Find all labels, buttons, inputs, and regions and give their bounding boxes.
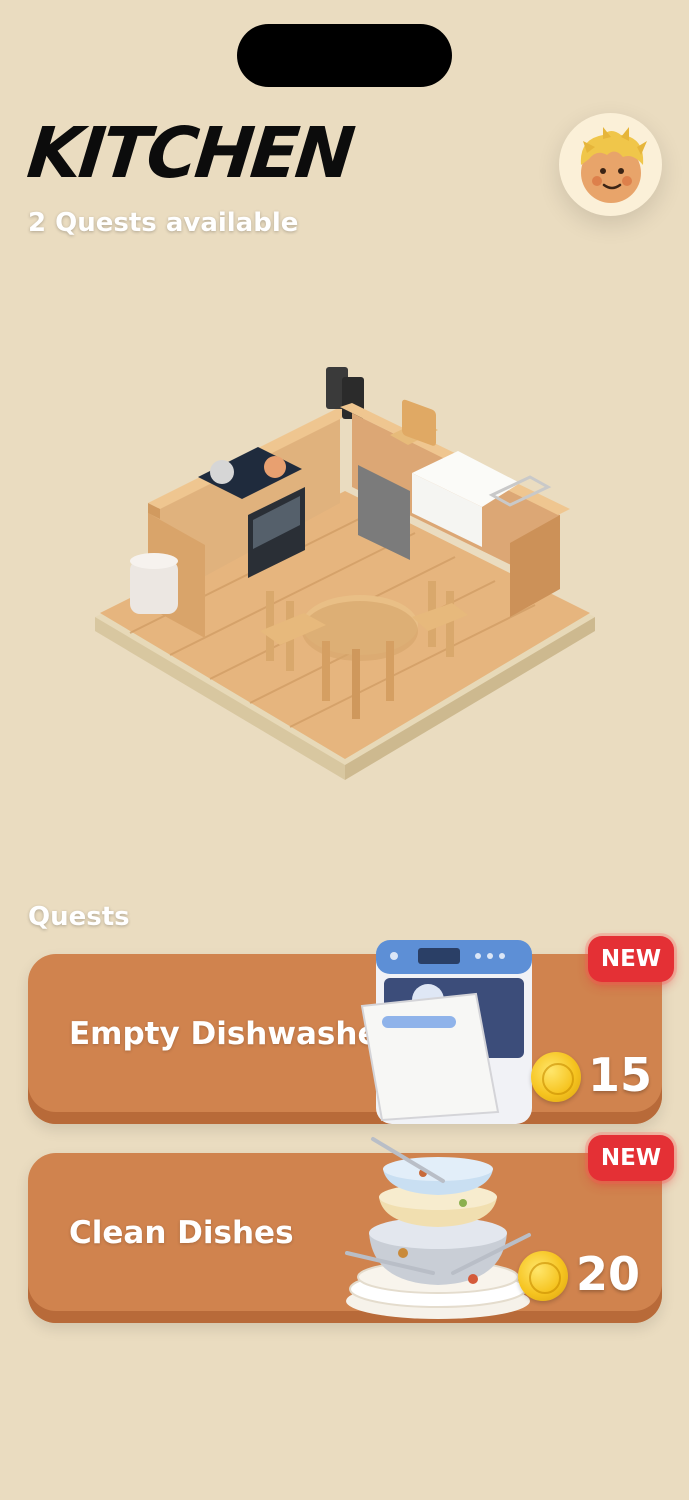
quest-card-empty-dishwasher[interactable]: Empty Dishwasher 15 NEW (28, 936, 674, 1124)
quests-available-count: 2 Quests available (28, 208, 299, 238)
boy-face-icon (580, 127, 647, 203)
reward-amount: 20 (576, 1247, 641, 1301)
new-badge: NEW (588, 936, 674, 982)
dirty-dishes-icon (345, 1137, 531, 1319)
dynamic-island (237, 24, 452, 87)
quest-title: Empty Dishwasher (69, 1016, 394, 1052)
page-title: KITCHEN (23, 112, 356, 194)
kitchen-room-illustration (95, 367, 595, 780)
dishwasher-icon (360, 940, 532, 1124)
coin-icon (531, 1052, 581, 1102)
coin-icon (518, 1251, 568, 1301)
profile-avatar[interactable] (559, 113, 662, 216)
quest-title: Clean Dishes (69, 1215, 294, 1251)
quests-section-label: Quests (28, 902, 130, 932)
new-badge: NEW (588, 1135, 674, 1181)
quest-card-clean-dishes[interactable]: Clean Dishes 20 NEW (28, 1135, 674, 1323)
reward-amount: 15 (588, 1048, 653, 1102)
